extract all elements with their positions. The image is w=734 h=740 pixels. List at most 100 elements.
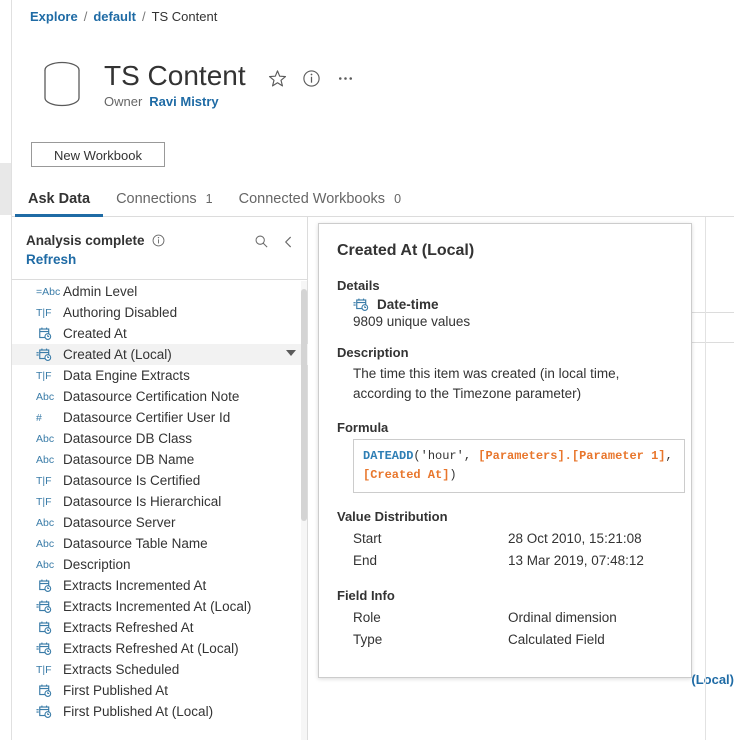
field-list-item[interactable]: Abc Datasource Certification Note	[12, 386, 308, 407]
detail-row-key: Role	[353, 610, 381, 625]
description-text: The time this item was created (in local…	[353, 366, 620, 401]
field-list-item[interactable]: Abc Description	[12, 554, 308, 575]
calculated-datetime-icon	[36, 347, 55, 362]
detail-row-value: Ordinal dimension	[508, 610, 617, 625]
field-list-item[interactable]: T|F Datasource Is Hierarchical	[12, 491, 308, 512]
field-list-item-label: First Published At (Local)	[63, 704, 214, 719]
field-list-item[interactable]: Created At (Local)	[12, 344, 308, 365]
field-list-item[interactable]: Extracts Refreshed At (Local)	[12, 638, 308, 659]
refresh-link[interactable]: Refresh	[26, 252, 76, 267]
field-list-item[interactable]: T|F Extracts Scheduled	[12, 659, 308, 680]
favorite-star-icon[interactable]	[268, 68, 288, 88]
tab-label: Ask Data	[28, 191, 91, 207]
chevron-left-icon[interactable]	[281, 234, 296, 249]
breadcrumb-separator: /	[141, 9, 146, 24]
breadcrumb-item-default[interactable]: default	[93, 8, 136, 26]
ask-data-fields-panel: Analysis complete Refresh =Abc Admin Lev…	[12, 217, 308, 740]
formula-token: DATEADD	[363, 449, 414, 463]
field-list-item-label: Datasource Certification Note	[63, 389, 240, 404]
field-list-item-label: Admin Level	[63, 284, 138, 299]
popover-value-distribution-section: Value Distribution Start 28 Oct 2010, 15:…	[337, 509, 671, 572]
field-list-item[interactable]: Created At	[12, 323, 308, 344]
datetime-icon	[36, 326, 55, 341]
field-details-popover: Created At (Local) Details Date-time 980…	[318, 223, 692, 678]
field-list-item-label: Datasource DB Class	[63, 431, 193, 446]
info-icon[interactable]	[152, 234, 165, 247]
field-list-item[interactable]: T|F Data Engine Extracts	[12, 365, 308, 386]
field-list-item[interactable]: First Published At (Local)	[12, 701, 308, 722]
left-rail-active-chip	[0, 163, 11, 215]
popover-title: Created At (Local)	[337, 242, 475, 259]
tab-count: 1	[205, 192, 213, 206]
breadcrumb: Explore / default / TS Content	[30, 8, 217, 26]
breadcrumb-separator: /	[83, 9, 88, 24]
details-heading: Details	[337, 278, 380, 293]
tab-connections[interactable]: Connections 1	[103, 191, 226, 216]
field-list-item[interactable]: Abc Datasource Table Name	[12, 533, 308, 554]
boolean-icon: T|F	[36, 306, 52, 319]
datetime-icon	[36, 620, 55, 635]
info-icon[interactable]	[302, 68, 322, 88]
detail-row-value: Calculated Field	[508, 632, 605, 647]
field-list-item-label: Extracts Refreshed At	[63, 620, 194, 635]
new-workbook-button[interactable]: New Workbook	[31, 142, 165, 167]
field-list-item[interactable]: Extracts Incremented At	[12, 575, 308, 596]
detail-row: Type Calculated Field	[337, 629, 671, 651]
boolean-icon: T|F	[36, 369, 52, 382]
detail-row: Start 28 Oct 2010, 15:21:08	[337, 528, 671, 550]
more-actions-icon[interactable]	[336, 68, 356, 88]
fields-panel-header: Analysis complete Refresh	[12, 217, 308, 280]
field-list-scrollbar-thumb[interactable]	[301, 289, 307, 521]
field-list-item-label: Extracts Incremented At (Local)	[63, 599, 252, 614]
owner-name-link[interactable]: Ravi Mistry	[149, 94, 218, 109]
breadcrumb-item-explore[interactable]: Explore	[30, 8, 78, 26]
field-list-item[interactable]: =Abc Admin Level	[12, 281, 308, 302]
detail-row-key: Start	[353, 531, 382, 546]
database-cylinder-icon	[43, 61, 81, 107]
page-title: TS Content	[104, 60, 246, 91]
popover-formula-section: Formula DATEADD('hour', [Parameters].[Pa…	[337, 420, 685, 493]
field-list-item[interactable]: Abc Datasource DB Name	[12, 449, 308, 470]
tab-connected-workbooks[interactable]: Connected Workbooks 0	[226, 191, 414, 216]
field-list-item-label: Extracts Scheduled	[63, 662, 180, 677]
formula-heading: Formula	[337, 420, 389, 435]
field-list-item-label: Extracts Incremented At	[63, 578, 207, 593]
analysis-status-label: Analysis complete	[26, 233, 145, 248]
data-type-label: Date-time	[377, 297, 439, 312]
tab-ask-data[interactable]: Ask Data	[15, 191, 103, 216]
field-list-item[interactable]: Abc Datasource Server	[12, 512, 308, 533]
breadcrumb-item-current: TS Content	[151, 9, 218, 24]
detail-row: End 13 Mar 2019, 07:48:12	[337, 550, 671, 572]
tab-bar: Ask Data Connections 1 Connected Workboo…	[15, 191, 414, 216]
field-list-item[interactable]: # Datasource Certifier User Id	[12, 407, 308, 428]
formula-token: ,	[665, 449, 680, 463]
field-list[interactable]: =Abc Admin Level T|F Authoring Disabled Crea…	[12, 281, 308, 740]
number-icon: #	[36, 411, 42, 424]
field-list-item-label: First Published At	[63, 683, 169, 698]
background-vertical-rule	[705, 217, 706, 740]
field-list-item[interactable]: T|F Datasource Is Certified	[12, 470, 308, 491]
formula-token: ,	[463, 449, 479, 463]
string-icon: Abc	[36, 558, 55, 571]
owner-row: Owner Ravi Mistry	[104, 94, 219, 109]
calculated-datetime-icon	[36, 641, 55, 656]
field-list-item[interactable]: First Published At	[12, 680, 308, 701]
page-title-row: TS Content	[104, 58, 356, 94]
background-partial-label: (Local)	[691, 672, 734, 687]
datetime-icon	[36, 578, 55, 593]
field-list-item[interactable]: T|F Authoring Disabled	[12, 302, 308, 323]
search-icon[interactable]	[254, 234, 269, 249]
field-info-heading: Field Info	[337, 588, 395, 603]
string-icon: Abc	[36, 390, 55, 403]
field-list-item[interactable]: Extracts Refreshed At	[12, 617, 308, 638]
chevron-down-icon[interactable]	[286, 350, 296, 356]
field-list-item[interactable]: Extracts Incremented At (Local)	[12, 596, 308, 617]
string-icon: Abc	[36, 537, 55, 550]
left-rail	[0, 0, 12, 740]
detail-row-key: End	[353, 553, 378, 568]
analysis-status: Analysis complete	[26, 233, 165, 248]
string-icon: Abc	[36, 453, 55, 466]
field-list-item[interactable]: Abc Datasource DB Class	[12, 428, 308, 449]
calculated-datetime-icon	[36, 704, 55, 719]
owner-label: Owner	[104, 94, 143, 109]
